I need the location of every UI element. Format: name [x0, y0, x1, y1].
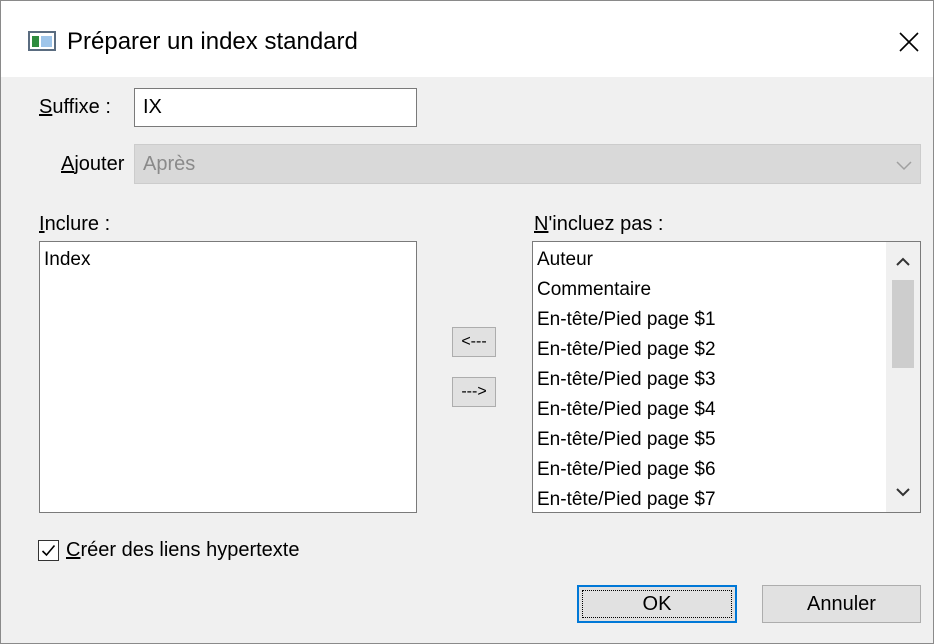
list-item[interactable]: Index [40, 245, 416, 275]
list-item[interactable]: En-tête/Pied page $6 [533, 455, 920, 485]
close-icon[interactable] [894, 27, 924, 57]
list-item[interactable]: En-tête/Pied page $5 [533, 425, 920, 455]
list-item[interactable]: En-tête/Pied page $2 [533, 335, 920, 365]
list-item[interactable]: Commentaire [533, 275, 920, 305]
add-label: Ajouter [61, 153, 125, 175]
hyperlinks-checkbox[interactable] [38, 540, 59, 561]
suffix-label: Suffixe : [39, 96, 111, 118]
add-position-select[interactable]: Après [134, 144, 921, 184]
window-app-icon [28, 31, 56, 51]
exclude-scrollbar[interactable] [886, 242, 920, 512]
add-position-value: Après [143, 153, 196, 175]
list-item[interactable]: En-tête/Pied page $1 [533, 305, 920, 335]
suffix-input[interactable] [134, 88, 417, 127]
ok-button[interactable]: OK [577, 585, 737, 623]
title-bar: Préparer un index standard [1, 1, 933, 77]
chevron-up-icon[interactable] [893, 252, 913, 272]
chevron-down-icon[interactable] [893, 482, 913, 502]
hyperlinks-label: Créer des liens hypertexte [66, 539, 300, 561]
include-listbox[interactable]: Index [39, 241, 417, 513]
exclude-listbox[interactable]: Auteur Commentaire En-tête/Pied page $1 … [532, 241, 921, 513]
dialog-window: Préparer un index standard Suffixe : Ajo… [0, 0, 934, 644]
chevron-down-icon [894, 155, 914, 175]
include-label: Inclure : [39, 213, 111, 235]
scrollbar-thumb[interactable] [892, 280, 914, 368]
exclude-label: N'incluez pas : [534, 213, 664, 235]
move-left-button[interactable]: <--- [452, 327, 496, 357]
list-item[interactable]: En-tête/Pied page $4 [533, 395, 920, 425]
list-item[interactable]: En-tête/Pied page $7 [533, 485, 920, 512]
list-item[interactable]: En-tête/Pied page $3 [533, 365, 920, 395]
dialog-title: Préparer un index standard [67, 28, 358, 55]
cancel-button[interactable]: Annuler [762, 585, 921, 623]
move-right-button[interactable]: ---> [452, 377, 496, 407]
list-item[interactable]: Auteur [533, 245, 920, 275]
